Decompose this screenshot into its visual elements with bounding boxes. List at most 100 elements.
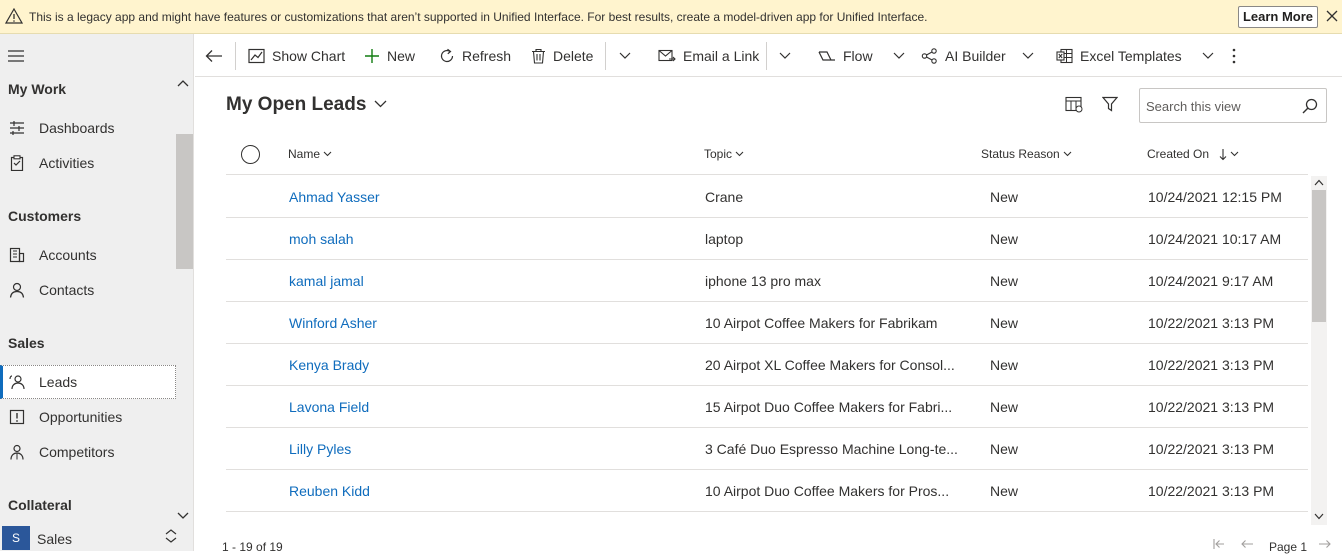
search-input[interactable]: Search this view: [1139, 88, 1327, 123]
table-row[interactable]: Winford Asher 10 Airpot Coffee Makers fo…: [226, 302, 1308, 344]
created-on-cell: 10/22/2021 3:13 PM: [1148, 315, 1275, 331]
sidebar-item-dashboards[interactable]: Dashboards: [0, 111, 176, 145]
sidebar-scrollbar[interactable]: [176, 134, 193, 269]
refresh-icon: [439, 48, 455, 64]
section-collateral: Collateral: [8, 497, 72, 513]
lead-name-link[interactable]: Lavona Field: [289, 399, 369, 415]
area-switcher[interactable]: S Sales: [0, 524, 193, 551]
lead-name-link[interactable]: Kenya Brady: [289, 357, 369, 373]
sidebar-item-leads[interactable]: Leads: [0, 365, 176, 399]
more-vertical-icon: [1231, 48, 1237, 64]
lead-name-link[interactable]: Lilly Pyles: [289, 441, 351, 457]
opportunities-icon: [9, 409, 25, 425]
chevron-down-icon: [1202, 52, 1214, 60]
previous-page-icon[interactable]: [1240, 538, 1254, 550]
refresh-button[interactable]: Refresh: [439, 34, 511, 77]
email-link-label: Email a Link: [683, 47, 760, 64]
accounts-icon: [9, 247, 25, 263]
page-number: Page 1: [1269, 540, 1308, 554]
table-row[interactable]: Reuben Kidd 10 Airpot Duo Coffee Makers …: [226, 470, 1308, 512]
sidebar-item-opportunities[interactable]: Opportunities: [0, 400, 176, 434]
area-label: Sales: [37, 531, 73, 547]
back-button[interactable]: [205, 34, 223, 77]
created-on-cell: 10/24/2021 12:15 PM: [1148, 189, 1282, 205]
refresh-label: Refresh: [462, 47, 512, 64]
ai-builder-button[interactable]: AI Builder: [921, 34, 1034, 77]
table-row[interactable]: Lilly Pyles 3 Café Duo Espresso Machine …: [226, 428, 1308, 470]
sidebar-item-label: Competitors: [39, 444, 115, 460]
table-row[interactable]: Ahmad Yasser Crane New 10/24/2021 12:15 …: [226, 176, 1308, 218]
sidebar-item-label: Dashboards: [39, 120, 115, 136]
more-delete-dropdown[interactable]: [619, 34, 631, 77]
email-link-dropdown[interactable]: [779, 34, 791, 77]
sitemap-sidebar: My Work Dashboards Activities Customers …: [0, 34, 194, 551]
column-header-topic[interactable]: Topic: [704, 147, 744, 161]
section-my-work: My Work: [8, 81, 67, 97]
new-button[interactable]: New: [364, 34, 415, 77]
sidebar-item-competitors[interactable]: Competitors: [0, 435, 176, 469]
separator: [235, 42, 236, 70]
status-cell: New: [990, 231, 1019, 247]
chevron-down-icon[interactable]: [177, 512, 189, 520]
learn-more-button[interactable]: Learn More: [1238, 6, 1318, 28]
show-chart-button[interactable]: Show Chart: [248, 34, 345, 77]
competitors-icon: [9, 444, 25, 460]
scroll-down-arrow-icon[interactable]: [1314, 513, 1324, 520]
select-all-checkbox[interactable]: [241, 145, 260, 164]
back-arrow-icon: [205, 49, 223, 63]
lead-name-link[interactable]: Ahmad Yasser: [289, 189, 380, 205]
chevron-up-icon[interactable]: [177, 79, 189, 87]
hamburger-icon[interactable]: [7, 49, 25, 63]
table-row[interactable]: Kenya Brady 20 Airpot XL Coffee Makers f…: [226, 344, 1308, 386]
view-title[interactable]: My Open Leads: [226, 94, 366, 116]
table-row[interactable]: moh salah laptop New 10/24/2021 10:17 AM: [226, 218, 1308, 260]
edit-columns-icon[interactable]: [1065, 96, 1083, 113]
search-icon[interactable]: [1302, 98, 1318, 114]
separator: [766, 42, 767, 70]
view-selector-chevron-icon[interactable]: [374, 100, 387, 108]
show-chart-label: Show Chart: [272, 47, 346, 64]
topic-cell: iphone 13 pro max: [705, 273, 821, 289]
column-label: Topic: [704, 147, 733, 161]
delete-button[interactable]: Delete: [531, 34, 593, 77]
chevron-down-icon: [732, 151, 744, 157]
sort-descending-icon: [1216, 148, 1227, 161]
created-on-cell: 10/22/2021 3:13 PM: [1148, 441, 1275, 457]
topic-cell: 10 Airpot Duo Coffee Makers for Pros...: [705, 483, 950, 499]
chevron-down-icon: [779, 52, 791, 60]
status-cell: New: [990, 357, 1019, 373]
excel-templates-button[interactable]: Excel Templates: [1056, 34, 1214, 77]
table-row[interactable]: kamal jamal iphone 13 pro max New 10/24/…: [226, 260, 1308, 302]
lead-name-link[interactable]: kamal jamal: [289, 273, 364, 289]
email-link-button[interactable]: Email a Link: [658, 34, 759, 77]
sidebar-item-activities[interactable]: Activities: [0, 146, 176, 180]
flow-button[interactable]: Flow: [818, 34, 905, 77]
topic-cell: Crane: [705, 189, 744, 205]
ai-builder-label: AI Builder: [945, 47, 1006, 64]
status-cell: New: [990, 189, 1019, 205]
sidebar-item-accounts[interactable]: Accounts: [0, 238, 176, 272]
scrollbar-thumb[interactable]: [1312, 190, 1326, 322]
table-row[interactable]: Lavona Field 15 Airpot Duo Coffee Makers…: [226, 386, 1308, 428]
lead-name-link[interactable]: Reuben Kidd: [289, 483, 370, 499]
close-icon[interactable]: [1326, 10, 1338, 22]
column-header-created-on[interactable]: Created On: [1147, 147, 1239, 161]
next-page-icon[interactable]: [1318, 538, 1332, 550]
more-commands-button[interactable]: [1231, 34, 1237, 77]
sidebar-item-label: Opportunities: [39, 409, 123, 425]
new-label: New: [387, 47, 416, 64]
status-cell: New: [990, 441, 1019, 457]
column-header-name[interactable]: Name: [288, 147, 332, 161]
first-page-icon[interactable]: [1212, 538, 1226, 550]
sidebar-item-contacts[interactable]: Contacts: [0, 273, 176, 307]
sidebar-item-label: Accounts: [39, 247, 97, 263]
flow-label: Flow: [843, 47, 873, 64]
grid-scrollbar[interactable]: [1311, 176, 1327, 525]
topic-cell: 15 Airpot Duo Coffee Makers for Fabri...: [705, 399, 953, 415]
column-header-status-reason[interactable]: Status Reason: [981, 147, 1072, 161]
scroll-up-arrow-icon[interactable]: [1314, 179, 1324, 186]
filter-icon[interactable]: [1102, 96, 1118, 112]
lead-name-link[interactable]: moh salah: [289, 231, 354, 247]
chevron-updown-icon: [164, 528, 178, 544]
lead-name-link[interactable]: Winford Asher: [289, 315, 377, 331]
